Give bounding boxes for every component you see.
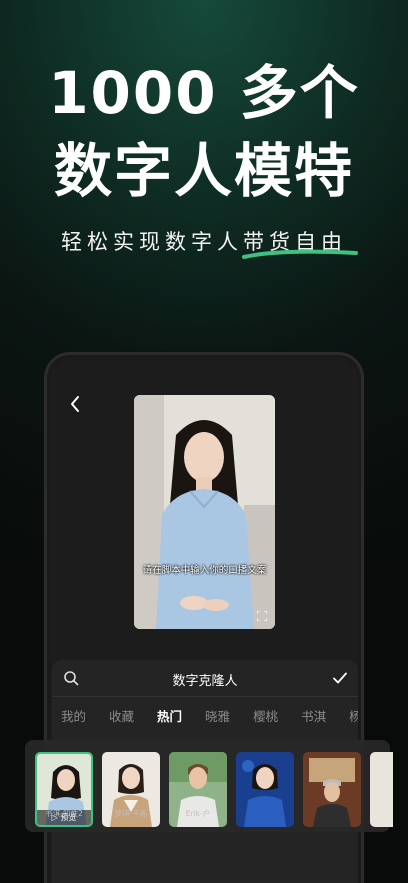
avatar-label-mengqi: 梦琪-干练 (114, 809, 148, 818)
avatar-thumb-4[interactable] (236, 752, 294, 827)
avatar-image (236, 752, 294, 827)
tab-favorites[interactable]: 收藏 (109, 706, 134, 725)
avatar-thumb-6[interactable] (370, 752, 393, 827)
digital-human-portrait (134, 395, 275, 629)
tab-shuqi[interactable]: 书淇 (301, 706, 326, 725)
tab-xiaoya[interactable]: 晓雅 (205, 706, 230, 725)
avatar-label-shuqi: 书淇-知性2 (45, 809, 83, 818)
tab-mine[interactable]: 我的 (61, 706, 86, 725)
category-tabs: 我的 收藏 热门 晓雅 樱桃 书淇 杨 (52, 697, 358, 733)
fullscreen-icon[interactable] (257, 611, 267, 621)
avatar-thumb-5[interactable] (303, 752, 361, 827)
video-caption: 请在脚本中输入你的口播文案 (142, 565, 267, 576)
tab-yingtao[interactable]: 樱桃 (253, 706, 278, 725)
panel-title: 数字克隆人 (172, 674, 238, 689)
hero-title-line1: 1000 多个 (48, 59, 360, 127)
video-preview[interactable]: 请在脚本中输入你的口播文案 (134, 395, 275, 629)
avatar-image (303, 752, 361, 827)
panel-header: 数字克隆人 (52, 660, 358, 696)
subtitle-underline-decoration (242, 249, 358, 259)
tab-popular[interactable]: 热门 (157, 706, 182, 725)
hero-title-line2: 数字人模特 (53, 137, 354, 205)
back-arrow-icon[interactable] (66, 394, 86, 414)
tab-yang[interactable]: 杨 (349, 706, 358, 725)
avatar-label-erik: Erik-户 (185, 809, 211, 818)
check-icon[interactable] (332, 670, 348, 686)
avatar-image (370, 752, 393, 827)
